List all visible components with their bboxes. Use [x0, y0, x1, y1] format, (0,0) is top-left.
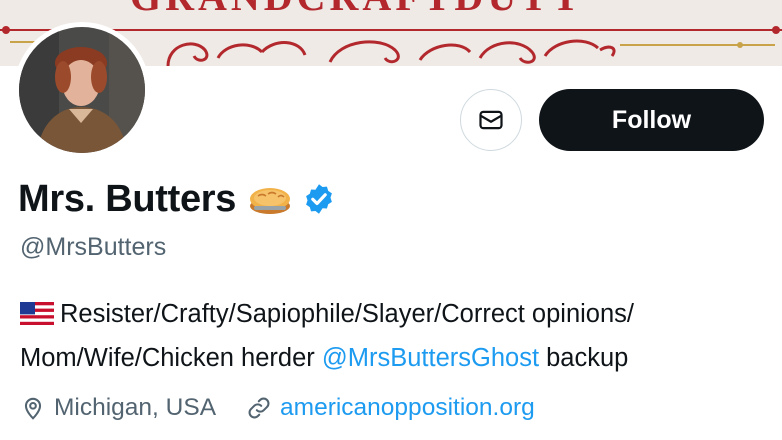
bio-text-end: backup — [539, 344, 629, 372]
link-icon — [246, 395, 272, 421]
verified-badge-icon[interactable] — [302, 182, 336, 216]
profile-photo — [19, 27, 145, 153]
location: Michigan, USA — [20, 394, 216, 422]
banner-lettering: GRANDCRAFTDUTY — [130, 0, 584, 19]
display-name: Mrs. Butters — [18, 177, 237, 220]
message-button[interactable] — [460, 89, 522, 151]
location-text: Michigan, USA — [54, 394, 217, 421]
profile-meta: Michigan, USA americanopposition.org — [20, 390, 535, 426]
website-link[interactable]: americanopposition.org — [280, 394, 535, 422]
follow-button[interactable]: Follow — [539, 89, 764, 151]
envelope-icon — [477, 106, 505, 134]
avatar[interactable] — [14, 22, 150, 158]
user-handle: @MrsButters — [20, 233, 167, 261]
location-pin-icon — [20, 395, 46, 421]
website: americanopposition.org — [246, 394, 535, 422]
name-row: Mrs. Butters — [18, 176, 336, 222]
bio: Resister/Crafty/Sapiophile/Slayer/Correc… — [20, 294, 780, 379]
bio-mention-link[interactable]: @MrsButtersGhost — [322, 344, 539, 372]
pie-icon — [248, 182, 292, 216]
us-flag-icon — [20, 297, 54, 338]
